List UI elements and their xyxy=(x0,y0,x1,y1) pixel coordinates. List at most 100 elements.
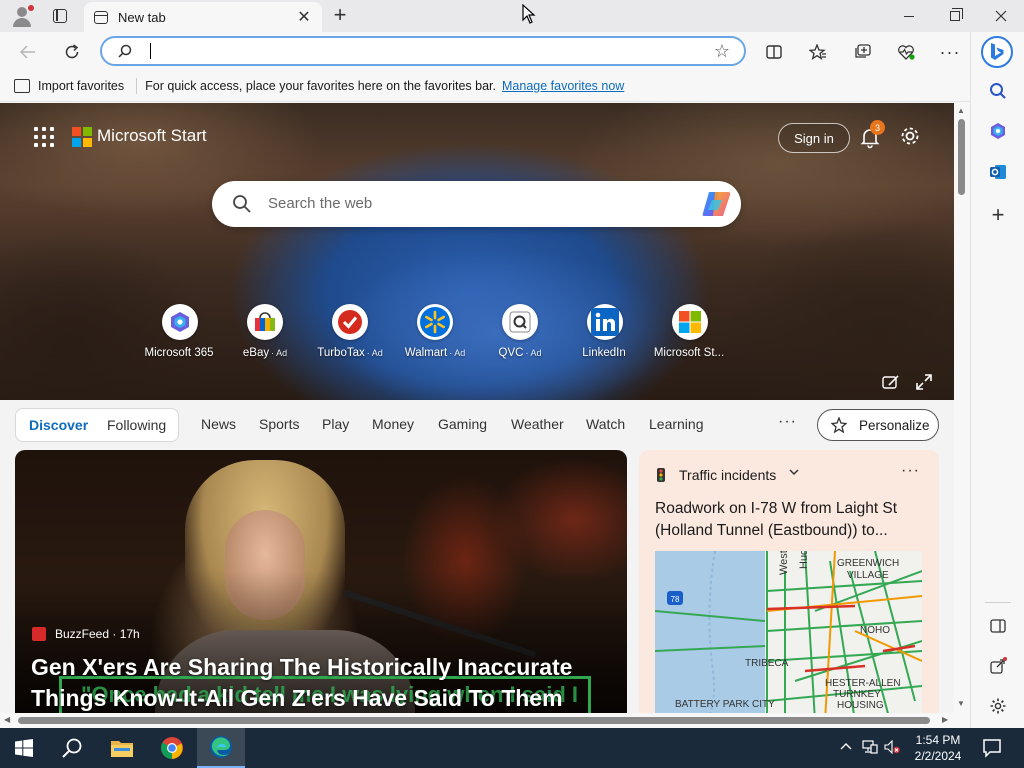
scroll-down-arrow-icon[interactable]: ▼ xyxy=(957,699,965,708)
scroll-right-arrow-icon[interactable]: ▶ xyxy=(942,715,948,724)
scroll-left-arrow-icon[interactable]: ◀ xyxy=(4,715,10,724)
notification-count-badge: 3 xyxy=(870,120,885,135)
favorites-divider xyxy=(136,77,138,94)
sidebar-open-external-button[interactable] xyxy=(984,652,1012,680)
nav-gaming[interactable]: Gaming xyxy=(438,416,487,432)
quick-link-label: LinkedIn xyxy=(582,347,626,359)
nav-news[interactable]: News xyxy=(201,416,236,432)
chevron-down-icon[interactable] xyxy=(788,466,800,478)
taskbar-clock[interactable]: 1:54 PM 2/2/2024 xyxy=(906,732,970,764)
traffic-headline[interactable]: Roadwork on I-78 W from Laight St (Holla… xyxy=(655,498,927,542)
web-search-box[interactable]: Search the web xyxy=(212,181,741,227)
back-button[interactable] xyxy=(14,38,42,66)
restore-button[interactable] xyxy=(932,0,978,32)
close-window-button[interactable] xyxy=(978,0,1024,32)
nav-play[interactable]: Play xyxy=(322,416,349,432)
show-hidden-icons-button[interactable] xyxy=(840,740,852,754)
sidebar-add-button[interactable]: + xyxy=(984,201,1012,229)
nav-watch[interactable]: Watch xyxy=(586,416,625,432)
quick-link-microsoft-store[interactable]: Microsoft St... xyxy=(646,304,734,359)
copilot-button[interactable] xyxy=(981,36,1013,68)
tab-discover[interactable]: Discover xyxy=(29,417,88,433)
traffic-light-icon xyxy=(657,468,665,482)
profile-icon[interactable] xyxy=(10,4,34,28)
sidebar-outlook-button[interactable] xyxy=(984,158,1012,186)
quick-link-label: TurboTax xyxy=(317,347,365,359)
sidebar-search-button[interactable] xyxy=(984,77,1012,105)
windows-taskbar: 1:54 PM 2/2/2024 xyxy=(0,728,1024,768)
manage-favorites-link[interactable]: Manage favorites now xyxy=(502,79,624,93)
featured-story-card[interactable]: "Once had a kid tell me I was lying when… xyxy=(15,450,627,713)
sidebar-hide-button[interactable] xyxy=(984,612,1012,640)
tab-new-tab[interactable]: New tab ✕ xyxy=(84,2,322,32)
taskbar-chrome[interactable] xyxy=(148,728,196,768)
personalize-label: Personalize xyxy=(859,418,930,433)
refresh-button[interactable] xyxy=(58,38,86,66)
add-favorite-star-icon[interactable]: ☆ xyxy=(714,41,730,62)
feed-segment-control: Discover Following xyxy=(15,408,179,442)
scroll-up-arrow-icon[interactable]: ▲ xyxy=(957,106,965,115)
quick-link-microsoft-365[interactable]: Microsoft 365 xyxy=(136,304,224,359)
vertical-scrollbar[interactable]: ▲ ▼ xyxy=(954,103,970,713)
search-icon xyxy=(233,195,251,213)
traffic-card-title[interactable]: Traffic incidents xyxy=(679,467,776,483)
quick-link-ebay[interactable]: eBay · Ad xyxy=(221,304,309,359)
traffic-card-more-button[interactable]: ··· xyxy=(901,462,920,480)
quick-link-linkedin[interactable]: LinkedIn xyxy=(561,304,649,359)
address-bar[interactable]: ☆ xyxy=(100,36,746,66)
nav-sports[interactable]: Sports xyxy=(259,416,299,432)
tab-actions-icon[interactable] xyxy=(48,4,72,28)
split-screen-icon xyxy=(766,45,782,59)
settings-more-button[interactable]: ··· xyxy=(936,38,964,66)
close-icon xyxy=(995,10,1007,22)
quick-link-label: Walmart xyxy=(404,347,448,359)
browser-essentials-button[interactable] xyxy=(892,38,920,66)
favorites-button[interactable] xyxy=(804,38,832,66)
copilot-icon[interactable] xyxy=(701,190,733,218)
svg-text:HESTER-ALLEN: HESTER-ALLEN xyxy=(825,678,901,689)
customize-background-icon[interactable] xyxy=(882,373,900,391)
personalize-button[interactable]: Personalize xyxy=(817,409,939,441)
split-screen-button[interactable] xyxy=(760,38,788,66)
taskbar-edge[interactable] xyxy=(197,728,245,768)
traffic-map[interactable]: 78 West Huds GREENWICH VILLAGE NOHO TRIB… xyxy=(655,551,922,713)
horizontal-scroll-thumb[interactable] xyxy=(18,717,930,724)
collections-button[interactable] xyxy=(848,38,876,66)
back-arrow-icon xyxy=(20,45,35,59)
story-headline[interactable]: Gen X'ers Are Sharing The Historically I… xyxy=(31,652,611,713)
nav-money[interactable]: Money xyxy=(372,416,414,432)
traffic-map-graphic: 78 West Huds GREENWICH VILLAGE NOHO TRIB… xyxy=(655,551,922,713)
address-input[interactable] xyxy=(146,42,686,60)
tab-following[interactable]: Following xyxy=(107,417,166,433)
new-tab-button[interactable]: + xyxy=(328,4,352,28)
walmart-spark-icon xyxy=(420,307,450,337)
quick-link-qvc[interactable]: QVC · Ad xyxy=(476,304,564,359)
minimize-button[interactable] xyxy=(886,0,932,32)
volume-tray-button[interactable] xyxy=(884,739,900,757)
import-favorites-button[interactable]: Import favorites xyxy=(38,79,124,93)
tab-close-button[interactable]: ✕ xyxy=(296,7,312,27)
taskbar-file-explorer[interactable] xyxy=(98,728,146,768)
page-settings-gear-icon[interactable] xyxy=(898,124,922,148)
sidebar-m365-button[interactable] xyxy=(984,117,1012,145)
horizontal-scrollbar[interactable]: ◀ ▶ xyxy=(0,713,970,728)
network-tray-button[interactable] xyxy=(862,740,878,757)
quick-link-walmart[interactable]: Walmart · Ad xyxy=(391,304,479,359)
brand-title[interactable]: Microsoft Start xyxy=(97,126,207,146)
story-source[interactable]: BuzzFeed · 17h xyxy=(55,627,140,641)
traffic-incidents-card[interactable]: Traffic incidents ··· Roadwork on I-78 W… xyxy=(639,450,939,713)
quick-link-label: Microsoft 365 xyxy=(144,347,214,359)
more-nav-button[interactable]: ··· xyxy=(778,413,797,431)
sign-in-button[interactable]: Sign in xyxy=(778,123,850,153)
start-button[interactable] xyxy=(0,728,48,768)
import-favorites-icon xyxy=(14,78,30,93)
app-launcher-icon[interactable] xyxy=(34,127,54,147)
quick-link-turbotax[interactable]: TurboTax · Ad xyxy=(306,304,394,359)
taskbar-search-button[interactable] xyxy=(48,728,96,768)
vertical-scroll-thumb[interactable] xyxy=(958,119,965,195)
sidebar-settings-button[interactable] xyxy=(984,692,1012,720)
notification-center-icon[interactable] xyxy=(980,736,1004,760)
nav-learning[interactable]: Learning xyxy=(649,416,704,432)
nav-weather[interactable]: Weather xyxy=(511,416,564,432)
expand-image-icon[interactable] xyxy=(915,373,933,391)
